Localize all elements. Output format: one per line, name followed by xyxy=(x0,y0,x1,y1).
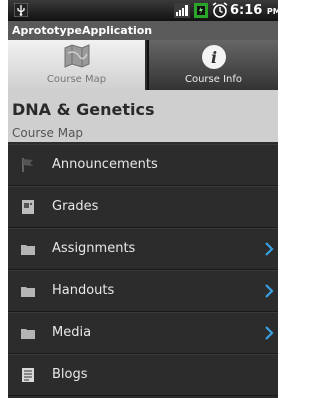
app-title: AprototypeApplication xyxy=(8,21,278,40)
menu-item-blogs[interactable]: Blogs xyxy=(8,354,278,396)
tab-course-info-label: Course Info xyxy=(184,74,243,85)
usb-icon xyxy=(14,3,28,17)
flag-icon xyxy=(22,158,33,172)
phone-screen: 6:16 PM AprototypeApplication Course Map… xyxy=(8,0,278,398)
menu-item-label: Handouts xyxy=(52,283,115,298)
folder-icon xyxy=(21,287,35,297)
menu-item-grades[interactable]: Grades xyxy=(8,186,278,228)
folder-icon xyxy=(21,329,35,339)
menu-item-label: Grades xyxy=(52,199,99,214)
tab-course-map-label: Course Map xyxy=(46,74,107,85)
chevron-right-icon xyxy=(265,242,274,256)
course-menu: Announcements Grades Assignments Handout… xyxy=(8,144,278,396)
clock-ampm: PM xyxy=(266,7,278,16)
tab-bar: Course Map i Course Info xyxy=(8,40,278,90)
menu-item-assignments[interactable]: Assignments xyxy=(8,228,278,270)
chevron-right-icon xyxy=(265,326,274,340)
menu-item-label: Blogs xyxy=(52,367,88,382)
svg-text:i: i xyxy=(211,48,217,67)
status-clock: 6:16 PM xyxy=(230,3,278,18)
menu-item-label: Assignments xyxy=(52,241,136,256)
course-title: DNA & Genetics xyxy=(12,100,155,119)
folder-icon xyxy=(21,245,35,255)
menu-item-media[interactable]: Media xyxy=(8,312,278,354)
menu-item-label: Announcements xyxy=(52,157,158,172)
alarm-icon xyxy=(212,2,228,18)
menu-item-announcements[interactable]: Announcements xyxy=(8,144,278,186)
document-icon xyxy=(22,368,34,382)
menu-item-handouts[interactable]: Handouts xyxy=(8,270,278,312)
status-bar: 6:16 PM xyxy=(8,0,278,21)
tab-course-map[interactable]: Course Map xyxy=(8,40,145,90)
clock-time: 6:16 xyxy=(230,3,263,18)
grades-icon xyxy=(22,200,34,214)
map-icon xyxy=(64,44,90,68)
section-title: Course Map xyxy=(12,126,84,140)
menu-item-label: Media xyxy=(52,325,92,340)
chevron-right-icon xyxy=(265,284,274,298)
tab-course-info[interactable]: i Course Info xyxy=(147,40,278,90)
battery-icon xyxy=(194,3,208,18)
info-icon: i xyxy=(202,45,226,69)
signal-icon xyxy=(174,3,190,18)
